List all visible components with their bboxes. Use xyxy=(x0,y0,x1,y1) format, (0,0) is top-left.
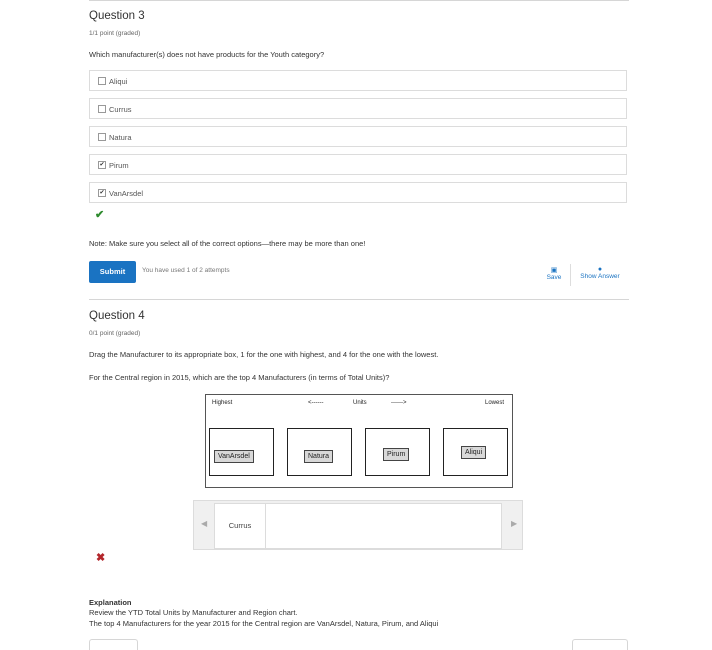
submit-button[interactable]: Submit xyxy=(89,261,136,283)
right-arrow-label: ------> xyxy=(391,400,407,406)
explanation-line-1: Review the YTD Total Units by Manufactur… xyxy=(89,608,298,617)
action-divider xyxy=(570,264,571,286)
drop-target-area: Highest <------ Units ------> Lowest Van… xyxy=(205,394,513,488)
question-4-title: Question 4 xyxy=(89,310,145,322)
item-tray: ◀ Currus ▶ xyxy=(193,500,523,550)
drop-zone-1[interactable]: VanArsdel xyxy=(209,428,274,476)
draggable-item[interactable]: Currus xyxy=(215,504,266,548)
save-button[interactable]: ▣ Save xyxy=(543,266,565,281)
draggable-item[interactable]: Aliqui xyxy=(461,446,487,459)
option-currus[interactable]: Currus xyxy=(89,98,627,119)
save-icon: ▣ xyxy=(550,267,558,274)
info-icon: ● xyxy=(597,266,603,273)
attempts-text: You have used 1 of 2 attempts xyxy=(142,267,230,274)
next-button[interactable] xyxy=(572,639,628,650)
divider xyxy=(89,299,629,300)
checkbox-pirum[interactable]: ✔ xyxy=(98,161,106,169)
scroll-right-icon[interactable]: ▶ xyxy=(511,519,517,528)
option-label: VanArsdel xyxy=(109,189,144,198)
checkbox-currus[interactable] xyxy=(98,105,106,113)
check-icon: ✔ xyxy=(95,209,105,221)
question-3-note: Note: Make sure you select all of the co… xyxy=(89,239,366,248)
question-3-points: 1/1 point (graded) xyxy=(89,30,141,37)
option-natura[interactable]: Natura xyxy=(89,126,627,147)
drop-zone-4[interactable]: Aliqui xyxy=(443,428,508,476)
question-4-prompt: Drag the Manufacturer to its appropriate… xyxy=(89,350,439,359)
left-arrow-label: <------ xyxy=(308,400,324,406)
question-3-prompt: Which manufacturer(s) does not have prod… xyxy=(89,50,325,59)
checkbox-vanarsdel[interactable]: ✔ xyxy=(98,189,106,197)
explanation-line-2: The top 4 Manufacturers for the year 201… xyxy=(89,619,439,628)
highest-label: Highest xyxy=(212,400,233,406)
option-label: Currus xyxy=(109,105,132,114)
question-4-subprompt: For the Central region in 2015, which ar… xyxy=(89,373,390,382)
units-label: Units xyxy=(353,400,367,406)
drop-zone-2[interactable]: Natura xyxy=(287,428,352,476)
option-label: Natura xyxy=(109,133,132,142)
question-3-title: Question 3 xyxy=(89,10,145,22)
divider xyxy=(89,0,629,1)
checkbox-aliqui[interactable] xyxy=(98,77,106,85)
show-answer-label: Show Answer xyxy=(580,273,620,280)
lowest-label: Lowest xyxy=(485,400,505,406)
option-pirum[interactable]: ✔ Pirum xyxy=(89,154,627,175)
tray-list: Currus xyxy=(214,503,502,549)
show-answer-button[interactable]: ● Show Answer xyxy=(575,266,625,280)
explanation-title: Explanation xyxy=(89,598,132,607)
scroll-left-icon[interactable]: ◀ xyxy=(201,519,207,528)
draggable-item[interactable]: Pirum xyxy=(383,448,410,461)
option-vanarsdel[interactable]: ✔ VanArsdel xyxy=(89,182,627,203)
drop-zone-3[interactable]: Pirum xyxy=(365,428,430,476)
draggable-item[interactable]: VanArsdel xyxy=(214,450,254,463)
option-aliqui[interactable]: Aliqui xyxy=(89,70,627,91)
checkbox-natura[interactable] xyxy=(98,133,106,141)
cross-icon: ✖ xyxy=(96,552,106,564)
save-label: Save xyxy=(546,274,562,281)
question-4-points: 0/1 point (graded) xyxy=(89,330,141,337)
option-label: Aliqui xyxy=(109,77,128,86)
option-label: Pirum xyxy=(109,161,129,170)
reset-button[interactable] xyxy=(89,639,138,650)
draggable-item[interactable]: Natura xyxy=(304,450,334,463)
